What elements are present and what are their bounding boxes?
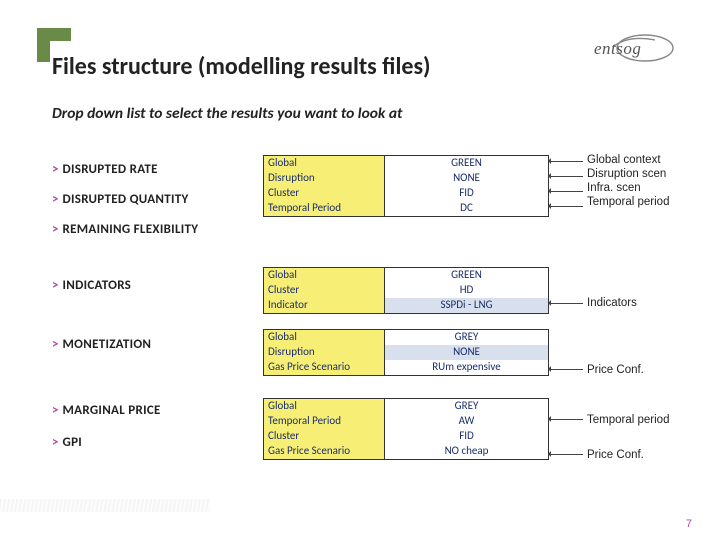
table-cell-value[interactable]: FID (385, 186, 548, 201)
arrow-icon (550, 206, 583, 207)
nav-label: DISRUPTED RATE (62, 162, 157, 177)
nav-remaining-flexibility[interactable]: > REMAINING FLEXIBILITY (52, 222, 198, 237)
annot-block-1: Global context Disruption scen Infra. sc… (587, 153, 669, 209)
page-title: Files structure (modelling results files… (52, 52, 431, 81)
entsog-logo: entsog (573, 30, 685, 68)
nav-label: DISRUPTED QUANTITY (62, 192, 188, 207)
table-cell-value[interactable]: SSPDi - LNG (385, 298, 548, 313)
table-row: Gas Price ScenarioRUm expensive (264, 360, 548, 375)
table-cell-value[interactable]: GREY (385, 399, 548, 414)
chevron-right-icon: > (52, 278, 58, 293)
table-cell-value[interactable]: FID (385, 429, 548, 444)
nav-monetization[interactable]: > MONETIZATION (52, 337, 151, 352)
table-cell-value[interactable]: NONE (385, 171, 548, 186)
table-row: GlobalGREEN (264, 156, 548, 171)
chevron-right-icon: > (52, 435, 58, 450)
chevron-right-icon: > (52, 192, 58, 207)
annot-price-conf: Price Conf. (587, 363, 644, 377)
table-cell-value[interactable]: GREEN (385, 268, 548, 283)
table-row: Temporal PeriodDC (264, 201, 548, 216)
arrow-icon (550, 454, 583, 455)
arrow-icon (550, 161, 583, 162)
table-indicators: GlobalGREENClusterHDIndicatorSSPDi - LNG (263, 267, 549, 314)
table-cell-value[interactable]: RUm expensive (385, 360, 548, 375)
table-row: GlobalGREY (264, 399, 548, 414)
table-cell-value[interactable]: DC (385, 201, 548, 216)
table-row: DisruptionNONE (264, 345, 548, 360)
table-cell-label: Gas Price Scenario (264, 360, 385, 375)
table-cell-label: Disruption (264, 345, 385, 360)
nav-label: GPI (62, 435, 82, 450)
table-marginal-gpi: GlobalGREYTemporal PeriodAWClusterFIDGas… (263, 398, 549, 460)
table-cell-label: Global (264, 156, 385, 171)
annot-price-conf-2: Price Conf. (587, 448, 644, 462)
table-disruption: GlobalGREENDisruptionNONEClusterFIDTempo… (263, 155, 549, 217)
nav-disrupted-rate[interactable]: > DISRUPTED RATE (52, 162, 158, 177)
table-cell-label: Disruption (264, 171, 385, 186)
table-row: ClusterFID (264, 429, 548, 444)
chevron-right-icon: > (52, 222, 58, 237)
nav-label: MONETIZATION (62, 337, 151, 352)
footer-decoration (0, 499, 210, 512)
annot-indicators: Indicators (587, 296, 637, 310)
annot-temporal-period-2: Temporal period (587, 413, 669, 427)
page-subtitle: Drop down list to select the results you… (52, 104, 402, 123)
nav-disrupted-quantity[interactable]: > DISRUPTED QUANTITY (52, 192, 189, 207)
annot-global-context: Global context (587, 153, 669, 167)
table-cell-label: Global (264, 330, 385, 345)
table-row: GlobalGREEN (264, 268, 548, 283)
arrow-icon (550, 369, 583, 370)
table-cell-label: Temporal Period (264, 414, 385, 429)
table-row: ClusterFID (264, 186, 548, 201)
table-row: ClusterHD (264, 283, 548, 298)
nav-label: REMAINING FLEXIBILITY (62, 222, 198, 237)
nav-gpi[interactable]: > GPI (52, 435, 82, 450)
table-cell-value[interactable]: GREEN (385, 156, 548, 171)
chevron-right-icon: > (52, 162, 58, 177)
table-cell-label: Indicator (264, 298, 385, 313)
page-number: 7 (686, 518, 692, 530)
table-row: DisruptionNONE (264, 171, 548, 186)
table-cell-value[interactable]: GREY (385, 330, 548, 345)
nav-indicators[interactable]: > INDICATORS (52, 278, 131, 293)
chevron-right-icon: > (52, 403, 58, 418)
table-monetization: GlobalGREYDisruptionNONEGas Price Scenar… (263, 329, 549, 376)
table-cell-label: Global (264, 399, 385, 414)
table-cell-label: Gas Price Scenario (264, 444, 385, 459)
table-cell-value[interactable]: AW (385, 414, 548, 429)
table-row: Gas Price ScenarioNO cheap (264, 444, 548, 459)
table-cell-value[interactable]: NO cheap (385, 444, 548, 459)
annot-disruption-scen: Disruption scen (587, 167, 669, 181)
nav-label: MARGINAL PRICE (62, 403, 160, 418)
table-cell-value[interactable]: NONE (385, 345, 548, 360)
table-cell-label: Cluster (264, 186, 385, 201)
annot-temporal-period: Temporal period (587, 195, 669, 209)
nav-label: INDICATORS (62, 278, 131, 293)
arrow-icon (550, 176, 583, 177)
table-cell-label: Cluster (264, 283, 385, 298)
arrow-icon (550, 419, 583, 420)
svg-text:entsog: entsog (594, 39, 641, 58)
table-cell-label: Cluster (264, 429, 385, 444)
table-cell-label: Global (264, 268, 385, 283)
table-cell-label: Temporal Period (264, 201, 385, 216)
arrow-icon (550, 303, 583, 304)
table-row: IndicatorSSPDi - LNG (264, 298, 548, 313)
chevron-right-icon: > (52, 337, 58, 352)
arrow-icon (550, 191, 583, 192)
table-row: GlobalGREY (264, 330, 548, 345)
annot-infra-scen: Infra. scen (587, 181, 669, 195)
table-cell-value[interactable]: HD (385, 283, 548, 298)
table-row: Temporal PeriodAW (264, 414, 548, 429)
nav-marginal-price[interactable]: > MARGINAL PRICE (52, 403, 161, 418)
